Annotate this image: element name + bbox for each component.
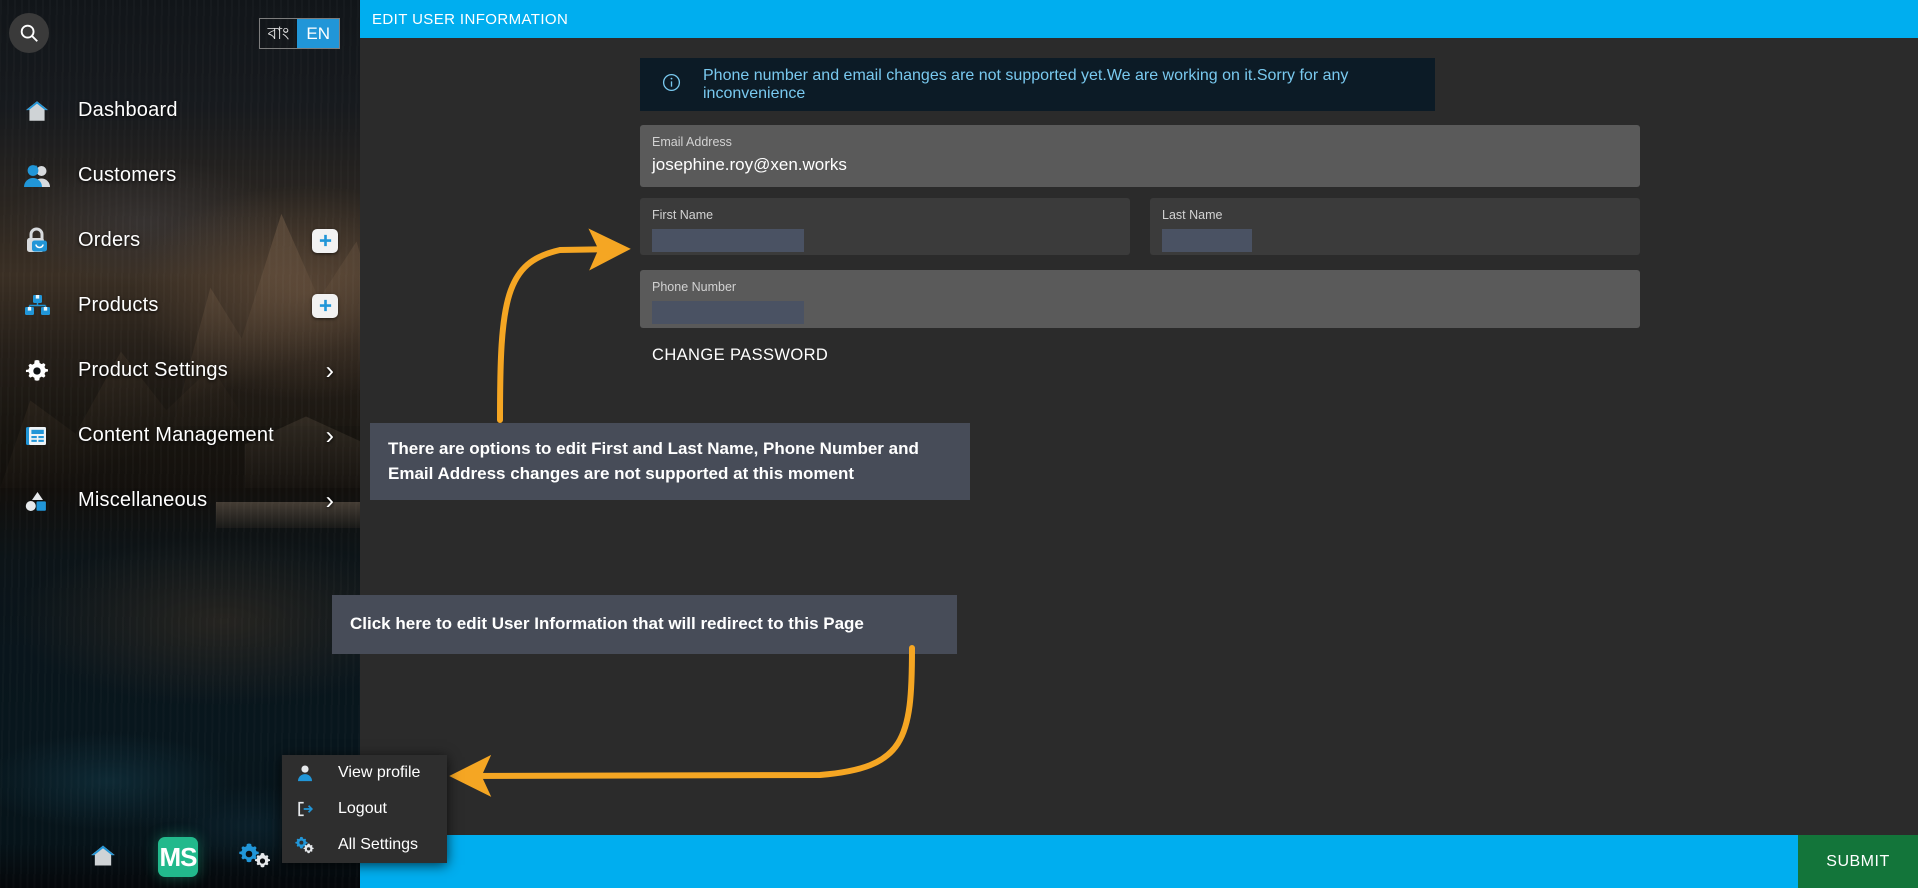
gears-icon[interactable] <box>238 841 272 874</box>
first-name-input[interactable] <box>652 229 804 252</box>
phone-input[interactable] <box>652 301 804 324</box>
sidebar-item-label: Miscellaneous <box>78 489 208 511</box>
products-add-badge[interactable] <box>312 293 338 318</box>
last-name-field[interactable]: Last Name <box>1150 198 1640 255</box>
sidebar-item-label: Products <box>78 294 159 316</box>
sidebar-item-dashboard[interactable]: Dashboard <box>0 78 360 143</box>
first-name-field[interactable]: First Name <box>640 198 1130 255</box>
info-banner-message: Phone number and email changes are not s… <box>703 66 1349 102</box>
page-title: EDIT USER INFORMATION <box>372 10 569 28</box>
sidebar-item-label: Customers <box>78 164 177 186</box>
context-menu-item-logout[interactable]: Logout <box>282 791 447 827</box>
sidebar-item-label: Content Management <box>78 424 274 446</box>
chevron-right-icon[interactable]: › <box>326 488 334 513</box>
first-name-field-label: First Name <box>652 208 714 222</box>
main-content: EDIT USER INFORMATION Phone number and e… <box>332 0 1918 888</box>
sidebar-item-customers[interactable]: Customers <box>0 143 360 208</box>
content-document-icon <box>20 421 54 451</box>
change-password-link[interactable]: CHANGE PASSWORD <box>652 346 828 365</box>
products-boxes-icon <box>20 291 54 321</box>
orders-bag-icon <box>20 226 54 256</box>
screen: বাং EN Dashboard Customers Orders Produc… <box>0 0 1918 888</box>
language-toggle[interactable]: বাং EN <box>258 18 340 49</box>
info-circle-icon <box>662 73 681 97</box>
page-header: EDIT USER INFORMATION <box>360 0 1918 38</box>
sidebar-item-label: Product Settings <box>78 359 228 381</box>
info-banner: Phone number and email changes are not s… <box>640 58 1435 111</box>
customers-icon <box>20 161 54 191</box>
ms-logo[interactable]: MS <box>158 837 198 877</box>
annotation-note-click-here: Click here to edit User Information that… <box>332 595 957 654</box>
user-context-menu: View profile Logout All Settings <box>282 755 447 863</box>
search-icon[interactable] <box>9 13 49 53</box>
sidebar-item-products[interactable]: Products <box>0 273 360 338</box>
home-icon[interactable] <box>88 841 118 874</box>
sidebar-item-label: Orders <box>78 229 141 251</box>
gear-icon <box>20 356 54 386</box>
orders-add-badge[interactable] <box>312 228 338 253</box>
annotation-note-first-last-name: There are options to edit First and Last… <box>370 423 970 501</box>
context-menu-item-label: All Settings <box>338 836 419 853</box>
sidebar-item-miscellaneous[interactable]: Miscellaneous › <box>0 468 360 533</box>
email-field-value: josephine.roy@xen.works <box>652 155 847 174</box>
phone-field[interactable]: Phone Number <box>640 270 1640 328</box>
footer-bar: SUBMIT <box>360 835 1918 888</box>
home-icon <box>20 96 54 126</box>
context-menu-item-all-settings[interactable]: All Settings <box>282 827 447 863</box>
sidebar-nav: Dashboard Customers Orders Products Prod… <box>0 78 360 533</box>
context-menu-item-label: View profile <box>338 764 421 781</box>
sidebar-item-product-settings[interactable]: Product Settings › <box>0 338 360 403</box>
sidebar-item-label: Dashboard <box>78 99 178 121</box>
context-menu-item-view-profile[interactable]: View profile <box>282 755 447 791</box>
gears-icon <box>294 836 316 854</box>
submit-button[interactable]: SUBMIT <box>1798 835 1918 888</box>
email-field[interactable]: Email Address josephine.roy@xen.works <box>640 125 1640 187</box>
last-name-field-label: Last Name <box>1162 208 1223 222</box>
sidebar-item-content-management[interactable]: Content Management › <box>0 403 360 468</box>
person-icon <box>294 764 316 782</box>
email-field-label: Email Address <box>652 135 732 149</box>
language-option-bn[interactable]: বাং <box>260 19 298 48</box>
phone-field-label: Phone Number <box>652 280 737 294</box>
logout-icon <box>294 800 316 818</box>
chevron-right-icon[interactable]: › <box>326 423 334 448</box>
chevron-right-icon[interactable]: › <box>326 358 334 383</box>
shapes-icon <box>20 486 54 516</box>
last-name-input[interactable] <box>1162 229 1252 252</box>
context-menu-item-label: Logout <box>338 800 387 817</box>
sidebar-item-orders[interactable]: Orders <box>0 208 360 273</box>
language-option-en[interactable]: EN <box>297 19 339 48</box>
